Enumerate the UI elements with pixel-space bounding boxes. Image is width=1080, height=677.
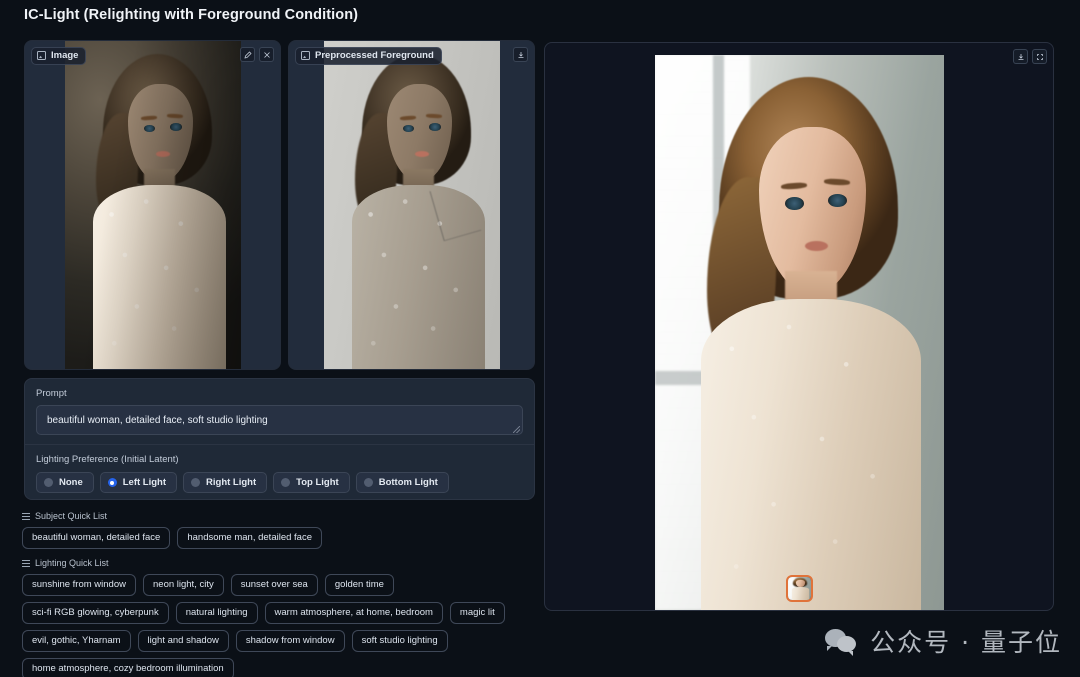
input-image-canvas <box>25 41 280 369</box>
chip-lighting[interactable]: soft studio lighting <box>352 630 448 652</box>
input-photo <box>65 41 241 369</box>
preprocessed-label: Preprocessed Foreground <box>295 47 442 65</box>
input-image-label: Image <box>31 47 86 65</box>
lighting-label: Lighting Preference (Initial Latent) <box>36 454 523 465</box>
preprocessed-foreground-panel[interactable]: Preprocessed Foreground <box>288 40 535 370</box>
radio-dot <box>44 478 53 487</box>
ic-light-app: IC-Light (Relighting with Foreground Con… <box>0 0 1080 677</box>
prompt-input-value: beautiful woman, detailed face, soft stu… <box>47 415 268 426</box>
image-icon <box>37 51 46 60</box>
lighting-quick-list-title: Lighting Quick List <box>35 558 109 568</box>
input-image-label-text: Image <box>51 50 78 61</box>
radio-bottom-light[interactable]: Bottom Light <box>356 472 449 493</box>
prompt-section: Prompt beautiful woman, detailed face, s… <box>25 379 534 435</box>
subject-quick-list: Subject Quick List beautiful woman, deta… <box>22 511 542 549</box>
wechat-icon <box>825 628 859 654</box>
fullscreen-icon[interactable] <box>1032 49 1047 64</box>
chip-lighting[interactable]: magic lit <box>450 602 505 624</box>
radio-label: Bottom Light <box>379 477 438 488</box>
lighting-chips: sunshine from window neon light, city su… <box>22 574 542 677</box>
lighting-quick-list-header: Lighting Quick List <box>22 558 542 568</box>
list-icon <box>22 560 30 567</box>
subject-quick-list-header: Subject Quick List <box>22 511 542 521</box>
preprocessed-tools <box>513 47 528 62</box>
radio-label: None <box>59 477 83 488</box>
chip-subject[interactable]: handsome man, detailed face <box>177 527 322 549</box>
chip-lighting[interactable]: evil, gothic, Yharnam <box>22 630 131 652</box>
preprocessed-label-text: Preprocessed Foreground <box>315 50 434 61</box>
chip-lighting[interactable]: neon light, city <box>143 574 224 596</box>
chip-lighting[interactable]: golden time <box>325 574 394 596</box>
edit-icon[interactable] <box>240 47 255 62</box>
chip-lighting[interactable]: sunshine from window <box>22 574 136 596</box>
lighting-quick-list: Lighting Quick List sunshine from window… <box>22 558 542 677</box>
prompt-form-panel: Prompt beautiful woman, detailed face, s… <box>24 378 535 500</box>
radio-label: Right Light <box>206 477 256 488</box>
watermark-text: 公众号 · 量子位 <box>870 623 1062 659</box>
input-image-panel[interactable]: Image <box>24 40 281 370</box>
resize-handle[interactable] <box>513 426 520 433</box>
radio-dot <box>108 478 117 487</box>
chip-lighting[interactable]: light and shadow <box>138 630 229 652</box>
result-thumbnail-strip <box>545 575 1053 602</box>
subject-quick-list-title: Subject Quick List <box>35 511 107 521</box>
page-title: IC-Light (Relighting with Foreground Con… <box>24 7 358 23</box>
chip-lighting[interactable]: sunset over sea <box>231 574 318 596</box>
clear-icon[interactable] <box>259 47 274 62</box>
preprocessed-photo <box>324 41 500 369</box>
result-thumbnail[interactable] <box>786 575 813 602</box>
radio-top-light[interactable]: Top Light <box>273 472 350 493</box>
chip-lighting[interactable]: home atmosphere, cozy bedroom illuminati… <box>22 658 234 677</box>
radio-label: Top Light <box>296 477 339 488</box>
radio-dot <box>191 478 200 487</box>
watermark: 公众号 · 量子位 <box>825 623 1062 659</box>
chip-lighting[interactable]: shadow from window <box>236 630 345 652</box>
prompt-label: Prompt <box>36 388 523 399</box>
radio-dot <box>364 478 373 487</box>
lighting-section: Lighting Preference (Initial Latent) <box>25 445 534 465</box>
chip-lighting[interactable]: natural lighting <box>176 602 258 624</box>
radio-none[interactable]: None <box>36 472 94 493</box>
chip-lighting[interactable]: warm atmosphere, at home, bedroom <box>265 602 443 624</box>
chip-subject[interactable]: beautiful woman, detailed face <box>22 527 170 549</box>
download-icon[interactable] <box>513 47 528 62</box>
input-image-tools <box>240 47 274 62</box>
radio-left-light[interactable]: Left Light <box>100 472 177 493</box>
list-icon <box>22 513 30 520</box>
result-tools <box>1013 49 1047 64</box>
image-icon <box>301 51 310 60</box>
subject-chips: beautiful woman, detailed face handsome … <box>22 527 542 549</box>
download-icon[interactable] <box>1013 49 1028 64</box>
chip-lighting[interactable]: sci-fi RGB glowing, cyberpunk <box>22 602 169 624</box>
radio-label: Left Light <box>123 477 166 488</box>
prompt-input[interactable]: beautiful woman, detailed face, soft stu… <box>36 405 523 435</box>
result-image[interactable] <box>655 55 944 610</box>
preprocessed-canvas <box>289 41 534 369</box>
radio-dot <box>281 478 290 487</box>
lighting-radio-group: None Left Light Right Light Top Light Bo… <box>25 472 534 493</box>
result-gallery-panel[interactable] <box>544 42 1054 611</box>
radio-right-light[interactable]: Right Light <box>183 472 267 493</box>
